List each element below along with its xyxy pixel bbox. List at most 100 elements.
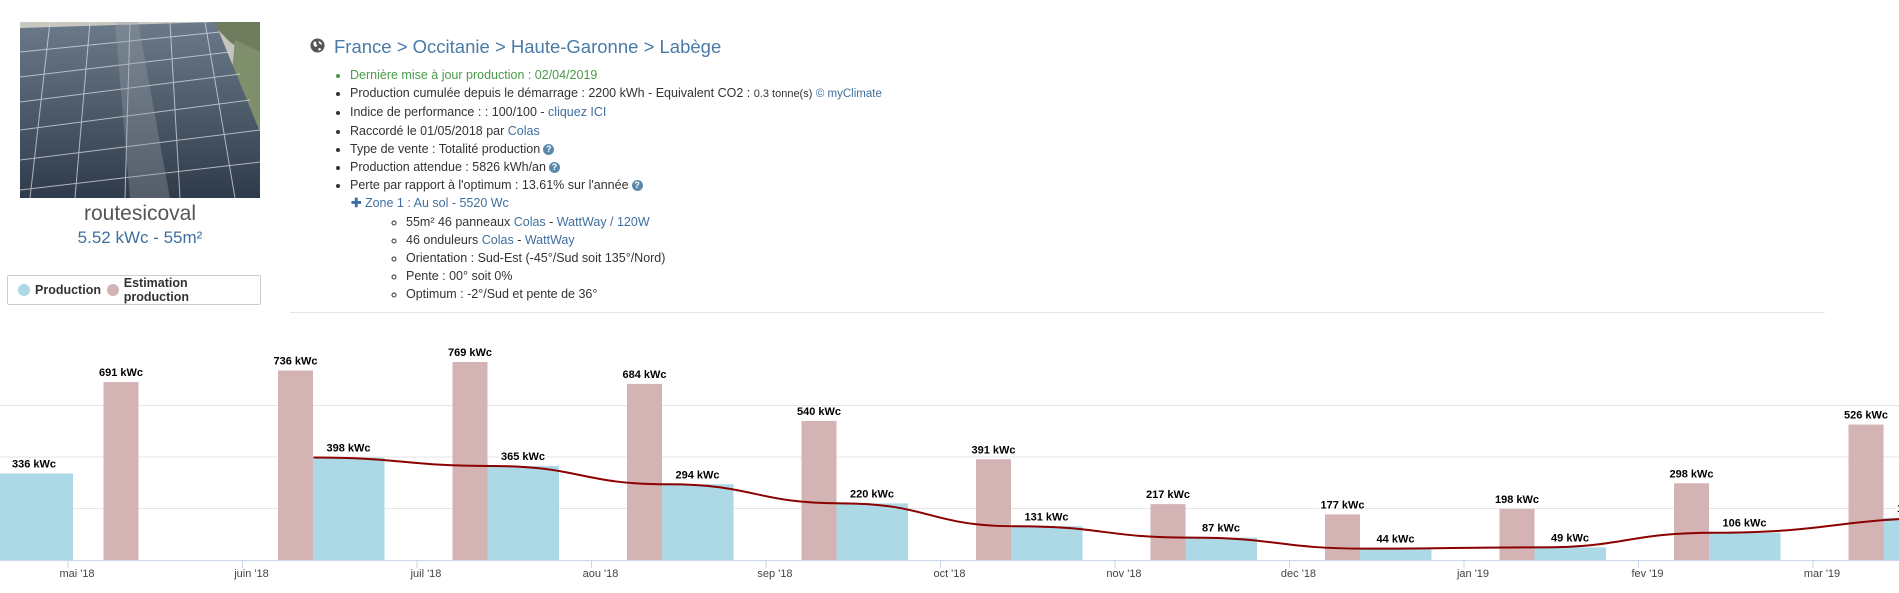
zone-orientation: Orientation : Sud-Est (-45°/Sud soit 135… bbox=[406, 249, 1830, 267]
estimation-bar-1 bbox=[103, 382, 139, 560]
estimation-bar-10 bbox=[1674, 483, 1709, 560]
globe-icon bbox=[310, 36, 325, 58]
estimation-bar-6 bbox=[976, 459, 1011, 560]
estimation-data-label-3: 769 kWc bbox=[448, 347, 492, 359]
estimation-bar-7 bbox=[1150, 504, 1186, 560]
x-tick-label-2: juin '18 bbox=[233, 568, 269, 580]
panels-sep: - bbox=[545, 214, 557, 229]
production-bar-9 bbox=[1534, 547, 1606, 560]
breadcrumb-country[interactable]: France bbox=[334, 36, 392, 58]
x-tick-label-10: fev '19 bbox=[1631, 568, 1663, 580]
solar-road-image bbox=[20, 22, 260, 198]
expected-text: Production attendue : 5826 kWh/an bbox=[350, 160, 546, 175]
performance-link[interactable]: cliquez ICI bbox=[548, 105, 606, 119]
breadcrumb-sep: > bbox=[396, 36, 408, 57]
breadcrumb-region[interactable]: Occitanie bbox=[413, 36, 490, 58]
cumulative-label: Production cumulée depuis le démarrage :… bbox=[350, 86, 754, 101]
breadcrumb-sep: > bbox=[643, 36, 655, 57]
production-data-label-10: 106 kWc bbox=[1722, 518, 1766, 530]
breadcrumb-sep: > bbox=[494, 36, 506, 57]
estimation-bar-4 bbox=[627, 383, 662, 560]
x-tick-label-4: aou '18 bbox=[583, 568, 619, 580]
panels-model-link[interactable]: WattWay / 120W bbox=[557, 215, 650, 229]
estimation-bar-2 bbox=[278, 370, 313, 560]
question-circle-icon[interactable]: ? bbox=[631, 180, 643, 192]
installer-link[interactable]: Colas bbox=[508, 124, 540, 138]
zone-details: 55m² 46 panneaux Colas - WattWay / 120W … bbox=[310, 213, 1830, 304]
estimation-bar-11 bbox=[1848, 424, 1884, 560]
performance-label: Indice de performance : : 100/100 - bbox=[350, 105, 549, 120]
estimation-data-label-4: 684 kWc bbox=[622, 369, 666, 381]
loss-vs-optimum: Perte par rapport à l'optimum : 13.61% s… bbox=[350, 176, 1830, 194]
estimation-data-label-9: 198 kWc bbox=[1495, 494, 1539, 506]
production-data-label-6: 131 kWc bbox=[1024, 511, 1068, 523]
question-circle-icon[interactable]: ? bbox=[543, 144, 555, 156]
breadcrumb-city[interactable]: Labège bbox=[660, 36, 722, 58]
panels-brand-link[interactable]: Colas bbox=[514, 215, 546, 229]
production-data-label-8: 44 kWc bbox=[1377, 534, 1415, 546]
sale-type-text: Type de vente : Totalité production bbox=[350, 141, 541, 156]
inverters-brand-link[interactable]: Colas bbox=[482, 233, 514, 247]
estimation-bar-5 bbox=[801, 420, 837, 560]
legend-swatch-production bbox=[18, 284, 30, 296]
production-bar-11 bbox=[1883, 517, 1899, 560]
production-chart: mai '18 336 kWc 691 kWc juin '18 398 kWc 736 … bbox=[0, 345, 1899, 580]
estimation-data-label-6: 391 kWc bbox=[971, 444, 1015, 456]
production-data-label-1: 336 kWc bbox=[12, 458, 56, 470]
myclimate-link[interactable]: © myClimate bbox=[816, 88, 882, 100]
legend-item-estimation[interactable]: Estimation production bbox=[106, 276, 254, 304]
zone-title: Zone 1 : Au sol - 5520 Wc bbox=[364, 196, 509, 211]
estimation-bar-3 bbox=[452, 361, 488, 560]
x-tick-label-9: jan '19 bbox=[1456, 568, 1489, 580]
estimation-data-label-8: 177 kWc bbox=[1320, 499, 1364, 511]
loss-text: Perte par rapport à l'optimum : 13.61% s… bbox=[350, 178, 629, 193]
chart-legend: Production Estimation production bbox=[7, 275, 261, 305]
breadcrumb-department[interactable]: Haute-Garonne bbox=[511, 36, 639, 58]
production-data-label-2: 398 kWc bbox=[326, 443, 370, 455]
estimation-data-label-2: 736 kWc bbox=[273, 355, 317, 367]
zone-slope: Pente : 00° soit 0% bbox=[406, 267, 1830, 285]
x-tick-label-8: dec '18 bbox=[1281, 568, 1316, 580]
estimation-data-label-5: 540 kWc bbox=[797, 406, 841, 418]
legend-label-production: Production bbox=[35, 283, 101, 297]
question-circle-icon[interactable]: ? bbox=[548, 162, 560, 174]
estimation-data-label-10: 298 kWc bbox=[1669, 468, 1713, 480]
plus-icon: ✚ bbox=[351, 196, 362, 211]
inverters-sep: - bbox=[513, 232, 525, 247]
co2-value: 0.3 tonne(s) bbox=[753, 88, 813, 101]
x-tick-label-5: sep '18 bbox=[757, 568, 792, 580]
production-data-label-3: 365 kWc bbox=[501, 451, 545, 463]
production-bar-6 bbox=[1010, 526, 1083, 560]
last-update: Dernière mise à jour production : 02/04/… bbox=[350, 66, 1830, 84]
facts-list: Dernière mise à jour production : 02/04/… bbox=[310, 66, 1830, 194]
estimation-data-label-11: 526 kWc bbox=[1844, 410, 1888, 422]
panels-label: 55m² 46 panneaux bbox=[406, 214, 514, 229]
production-data-label-7: 87 kWc bbox=[1202, 523, 1240, 535]
production-bar-7 bbox=[1185, 537, 1257, 560]
connected-label: Raccordé le 01/05/2018 par bbox=[350, 123, 508, 138]
production-data-label-4: 294 kWc bbox=[675, 469, 719, 481]
x-tick-label-3: juil '18 bbox=[410, 568, 442, 580]
estimation-bar-8 bbox=[1325, 514, 1360, 560]
x-tick-label-6: oct '18 bbox=[933, 568, 965, 580]
breadcrumb: France > Occitanie > Haute-Garonne > Lab… bbox=[310, 34, 1830, 60]
inverters-model-link[interactable]: WattWay bbox=[525, 233, 575, 247]
expected-production: Production attendue : 5826 kWh/an? bbox=[350, 158, 1830, 176]
zone-toggle[interactable]: ✚ Zone 1 : Au sol - 5520 Wc bbox=[351, 194, 1830, 212]
performance-index: Indice de performance : : 100/100 - cliq… bbox=[350, 103, 1830, 121]
legend-item-production[interactable]: Production bbox=[18, 283, 101, 297]
production-bar-8 bbox=[1359, 548, 1432, 560]
production-bar-3 bbox=[487, 466, 559, 560]
estimation-data-label-7: 217 kWc bbox=[1146, 489, 1190, 501]
legend-label-estimation: Estimation production bbox=[123, 276, 190, 304]
divider bbox=[290, 312, 1825, 313]
zone-optimum: Optimum : -2°/Sud et pente de 36° bbox=[406, 285, 1830, 303]
site-photo bbox=[20, 22, 260, 198]
inverters-label: 46 onduleurs bbox=[406, 232, 482, 247]
production-bar-2 bbox=[312, 457, 385, 560]
connected-date: Raccordé le 01/05/2018 par Colas bbox=[350, 122, 1830, 140]
site-name: routesicoval bbox=[83, 202, 197, 225]
installation-info: France > Occitanie > Haute-Garonne > Lab… bbox=[310, 34, 1830, 304]
zone-inverters: 46 onduleurs Colas - WattWay bbox=[406, 231, 1830, 249]
production-data-label-5: 220 kWc bbox=[850, 488, 894, 500]
